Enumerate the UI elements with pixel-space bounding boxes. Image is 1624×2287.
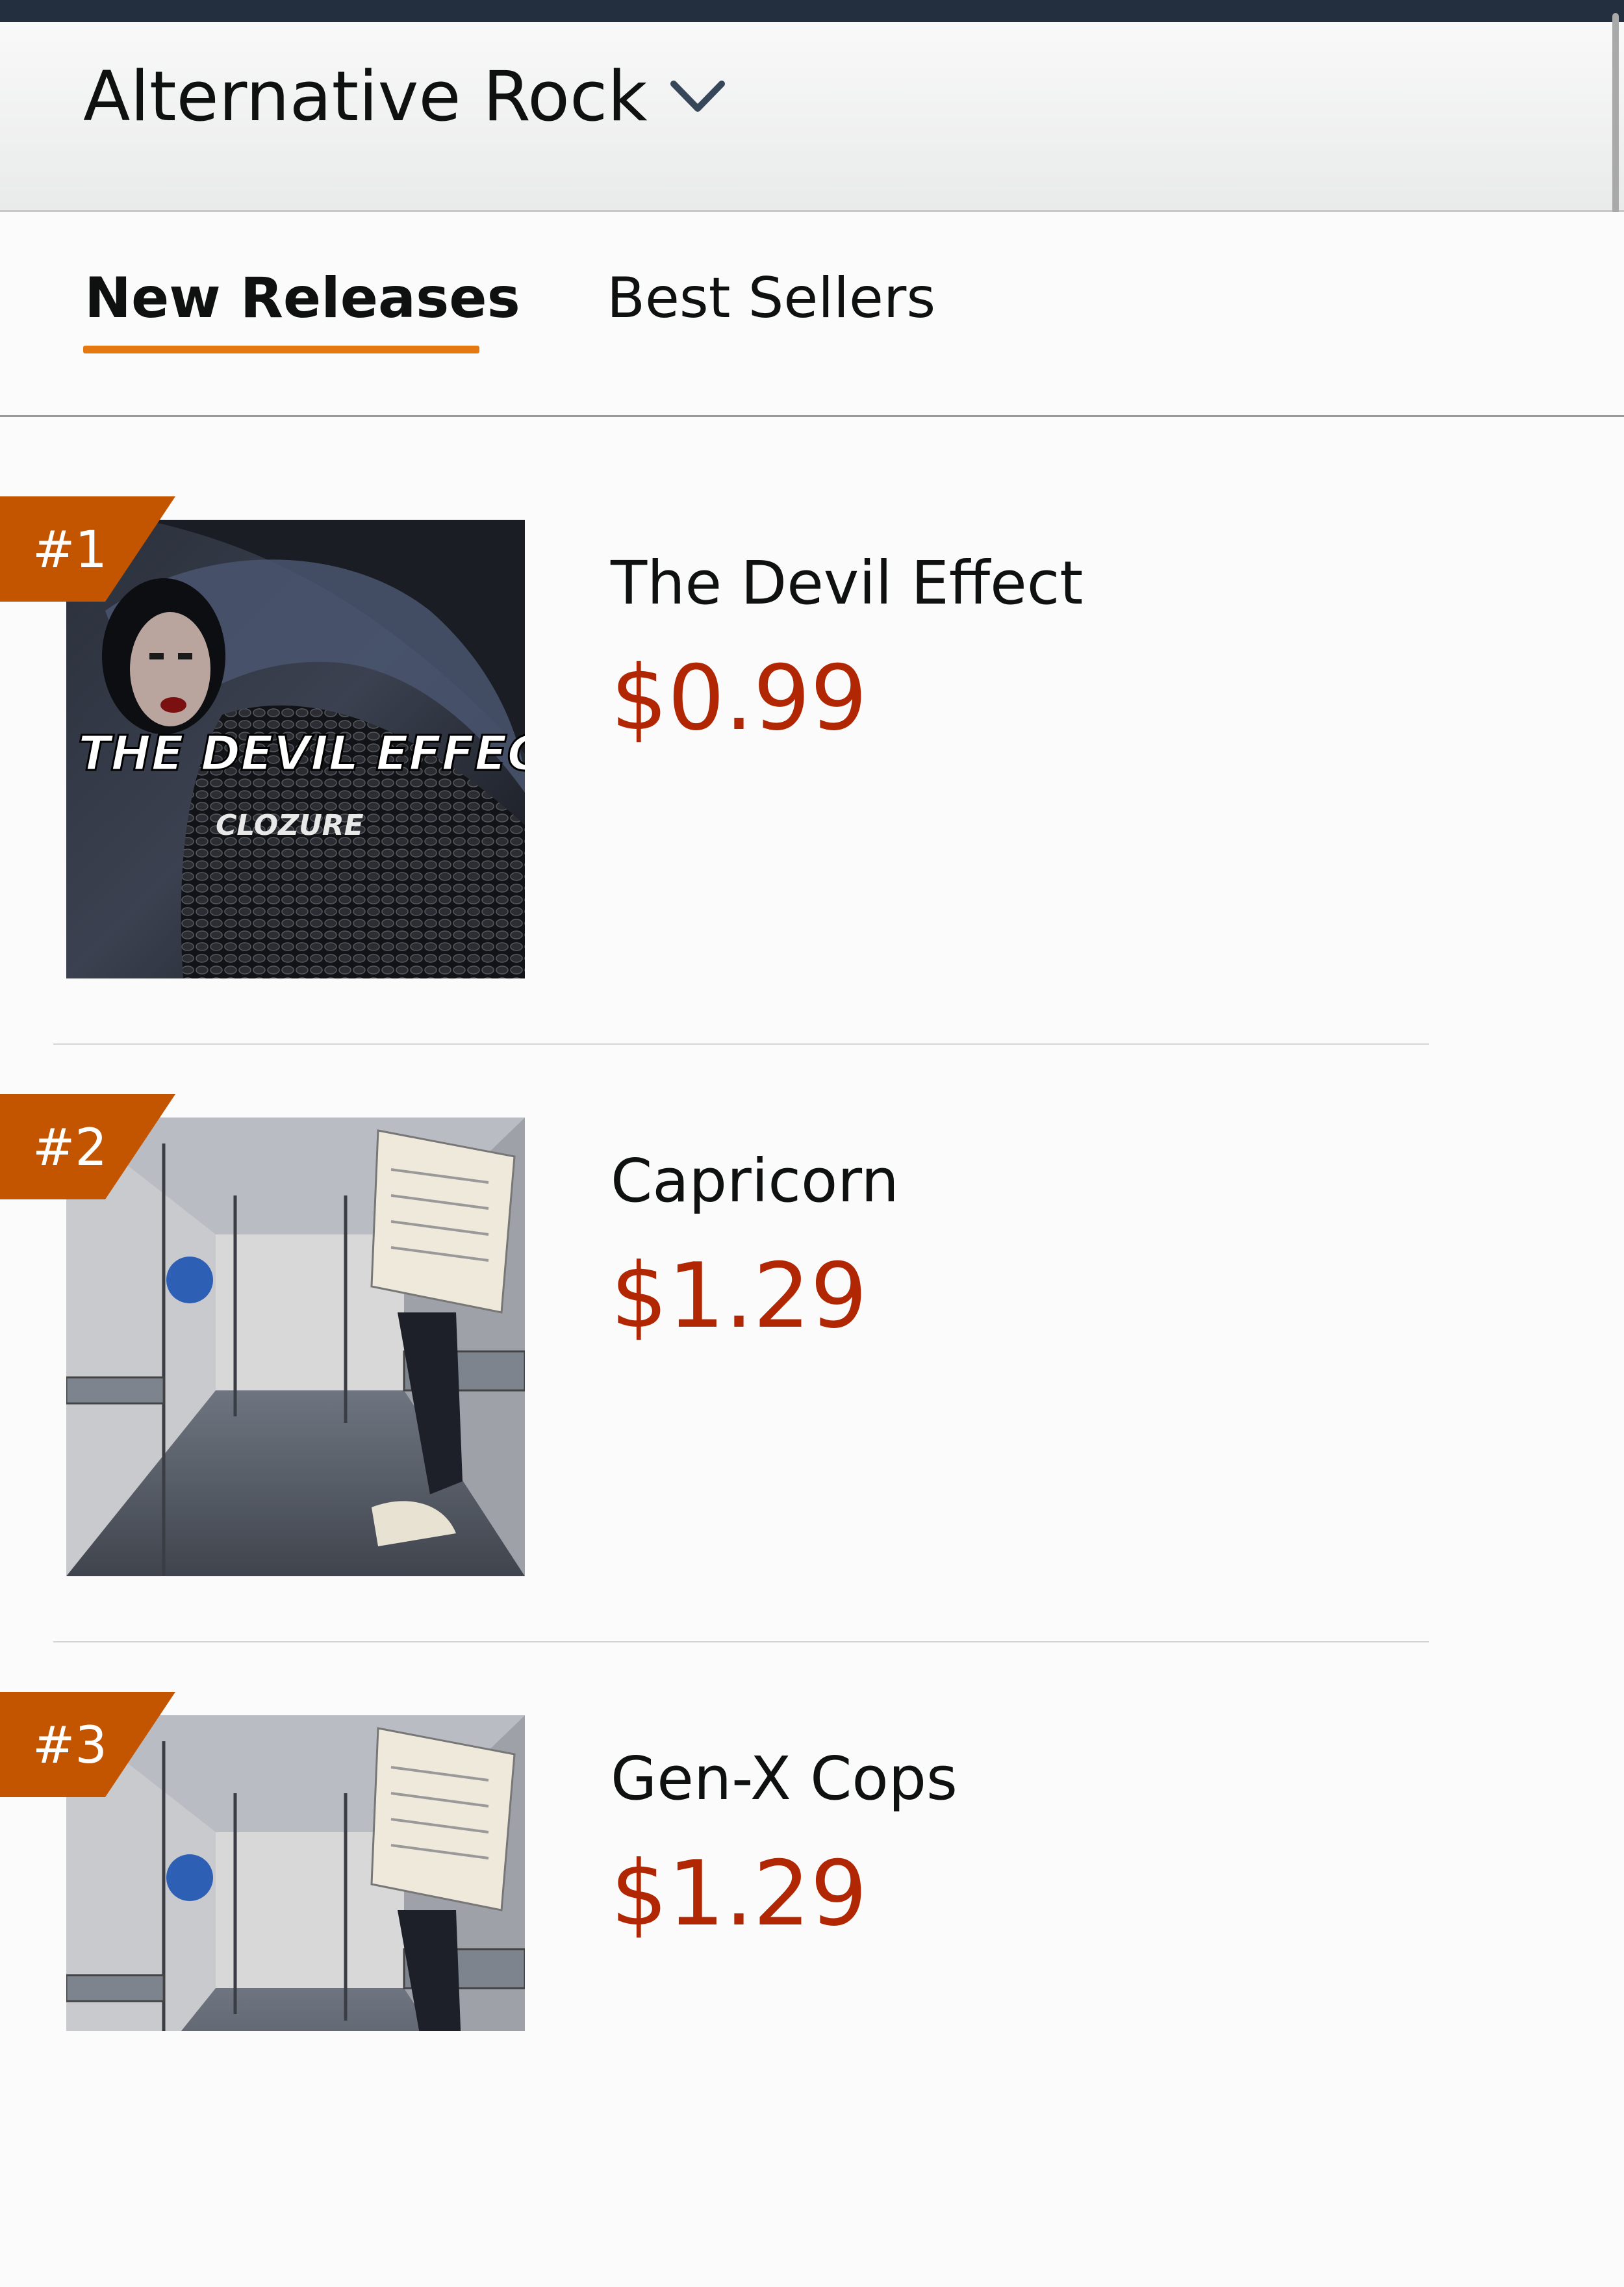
item-price: $1.29 xyxy=(611,1244,868,1348)
category-title: Alternative Rock xyxy=(83,57,648,136)
cover-title-text: THE DEVIL EFFECT xyxy=(78,726,525,782)
album-cover[interactable] xyxy=(66,1715,525,2031)
divider xyxy=(53,1043,1429,1045)
rank-label: #1 xyxy=(32,521,107,580)
category-dropdown[interactable]: Alternative Rock xyxy=(83,62,726,131)
category-header: Alternative Rock xyxy=(0,22,1624,212)
list-item[interactable]: #2 Capricorn $1.29 xyxy=(0,1092,1624,1689)
chevron-down-icon xyxy=(670,79,726,115)
list-item[interactable]: #3 Gen-X Cops $1.29 xyxy=(0,1689,1624,2287)
cover-artist-text: CLOZURE xyxy=(216,809,364,842)
item-title[interactable]: Gen-X Cops xyxy=(611,1749,958,1809)
item-title[interactable]: The Devil Effect xyxy=(611,554,1083,613)
rank-label: #3 xyxy=(32,1717,107,1775)
item-price: $1.29 xyxy=(611,1841,868,1946)
list-item[interactable]: THE DEVIL EFFECT CLOZURE #1 The Devil Ef… xyxy=(0,494,1624,1092)
divider xyxy=(53,1641,1429,1642)
album-cover[interactable]: THE DEVIL EFFECT CLOZURE xyxy=(66,520,525,978)
tab-bar: New Releases Best Sellers xyxy=(0,212,1624,417)
active-tab-indicator xyxy=(83,346,479,353)
item-title[interactable]: Capricorn xyxy=(611,1151,899,1211)
tab-best-sellers[interactable]: Best Sellers xyxy=(607,270,935,326)
rank-label: #2 xyxy=(32,1119,107,1177)
item-price: $0.99 xyxy=(611,646,868,750)
top-bar xyxy=(0,0,1624,22)
album-cover[interactable] xyxy=(66,1118,525,1576)
tab-new-releases[interactable]: New Releases xyxy=(84,270,520,326)
